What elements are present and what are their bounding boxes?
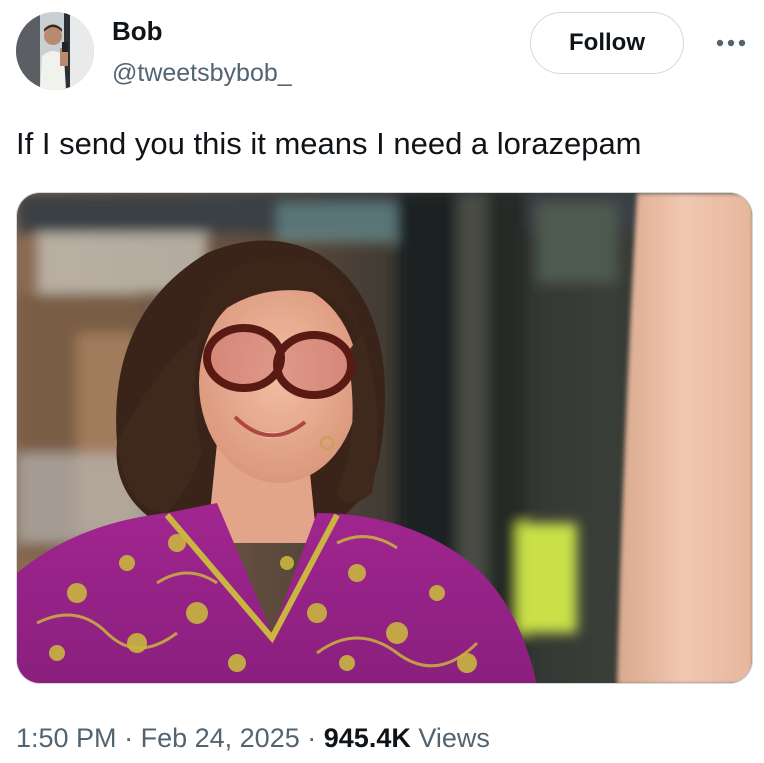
meta-separator: · xyxy=(307,723,317,753)
tweet-date[interactable]: Feb 24, 2025 xyxy=(141,723,300,753)
avatar[interactable] xyxy=(16,12,94,90)
author-handle[interactable]: @tweetsbybob_ xyxy=(112,56,292,90)
author-name[interactable]: Bob xyxy=(112,14,163,48)
follow-button[interactable]: Follow xyxy=(530,12,684,74)
more-dots-icon xyxy=(716,39,746,47)
tweet-time[interactable]: 1:50 PM xyxy=(16,723,117,753)
tweet-photo[interactable] xyxy=(16,192,753,684)
tweet-card: Bob @tweetsbybob_ Follow If I send you t… xyxy=(0,0,764,763)
tweet-meta: 1:50 PM · Feb 24, 2025 · 945.4K Views xyxy=(16,720,490,756)
photo-woman-glasses xyxy=(17,193,752,683)
meta-separator: · xyxy=(124,723,134,753)
views-count: 945.4K xyxy=(323,723,411,753)
profile-photo-icon xyxy=(16,12,94,90)
views-label: Views xyxy=(418,723,490,753)
more-options-button[interactable] xyxy=(714,30,748,56)
tweet-text: If I send you this it means I need a lor… xyxy=(16,126,642,161)
